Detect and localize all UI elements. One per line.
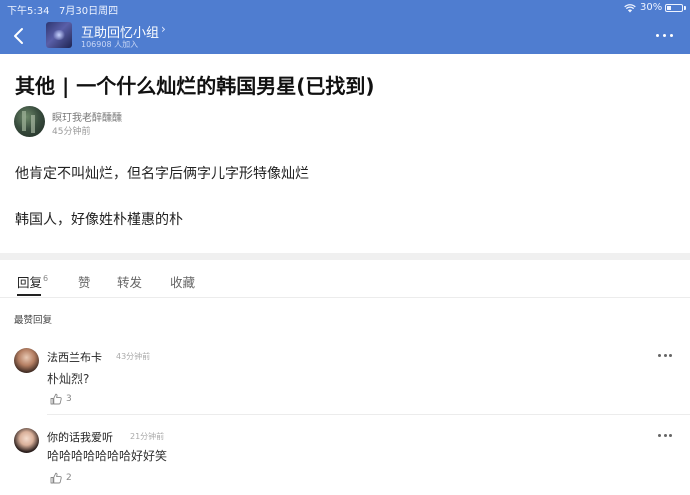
post-body-line: 韩国人，好像姓朴槿惠的朴 xyxy=(15,212,183,228)
comment-time: 21分钟前 xyxy=(130,432,165,441)
tab-label: 回复 xyxy=(17,275,43,290)
tabs-divider xyxy=(0,297,690,298)
author-avatar[interactable] xyxy=(14,106,45,137)
avatar[interactable] xyxy=(14,348,39,373)
tab-favorites[interactable]: 收藏 xyxy=(170,272,195,291)
more-dots-icon[interactable] xyxy=(654,28,676,42)
thumbs-up-icon[interactable] xyxy=(50,472,62,484)
chevron-right-icon[interactable]: › xyxy=(161,22,166,36)
back-arrow-icon[interactable] xyxy=(8,26,30,46)
section-divider xyxy=(0,253,690,260)
tab-likes[interactable]: 赞 xyxy=(78,272,91,291)
battery-percent: 30% xyxy=(640,2,663,13)
active-tab-indicator xyxy=(17,294,41,296)
comment-text: 朴灿烈? xyxy=(47,372,90,386)
status-date: 7月30日周四 xyxy=(59,6,119,17)
author-name[interactable]: 瞑玎我老醉醺醺 xyxy=(52,109,122,124)
post-title: 其他 | 一个什么灿烂的韩国男星(已找到) xyxy=(15,74,375,98)
thumbs-up-icon[interactable] xyxy=(50,393,62,405)
comment-text: 哈哈哈哈哈哈哈好好笑 xyxy=(47,449,168,463)
tab-reposts[interactable]: 转发 xyxy=(117,272,142,291)
comment-author[interactable]: 法西兰布卡 xyxy=(47,349,102,365)
tab-replies[interactable]: 回复6 xyxy=(17,272,48,291)
group-member-count: 106908 人加入 xyxy=(81,40,139,49)
status-time: 下午5:34 xyxy=(7,6,50,17)
post-body-line: 他肯定不叫灿烂，但名字后俩字儿字形特像灿烂 xyxy=(15,166,309,182)
more-dots-icon[interactable] xyxy=(656,432,674,440)
battery-tip xyxy=(684,6,686,10)
wifi-icon xyxy=(624,4,636,13)
comment-divider xyxy=(47,414,690,415)
avatar[interactable] xyxy=(14,428,39,453)
more-dots-icon[interactable] xyxy=(656,352,674,360)
battery-icon xyxy=(665,4,683,12)
group-avatar[interactable] xyxy=(46,22,72,48)
reply-count-badge: 6 xyxy=(43,274,49,283)
status-bar: 下午5:34 7月30日周四 30% xyxy=(0,0,690,17)
section-title: 最赞回复 xyxy=(14,315,53,326)
top-bar: 下午5:34 7月30日周四 30% 互助回忆小组 › 106908 人加入 xyxy=(0,0,690,54)
like-count: 2 xyxy=(66,473,72,483)
battery-level xyxy=(667,6,672,10)
like-count: 3 xyxy=(66,394,72,404)
post-time: 45分钟前 xyxy=(52,127,91,137)
comment-author[interactable]: 你的话我爱听 xyxy=(47,429,113,445)
comment-time: 43分钟前 xyxy=(116,352,151,361)
